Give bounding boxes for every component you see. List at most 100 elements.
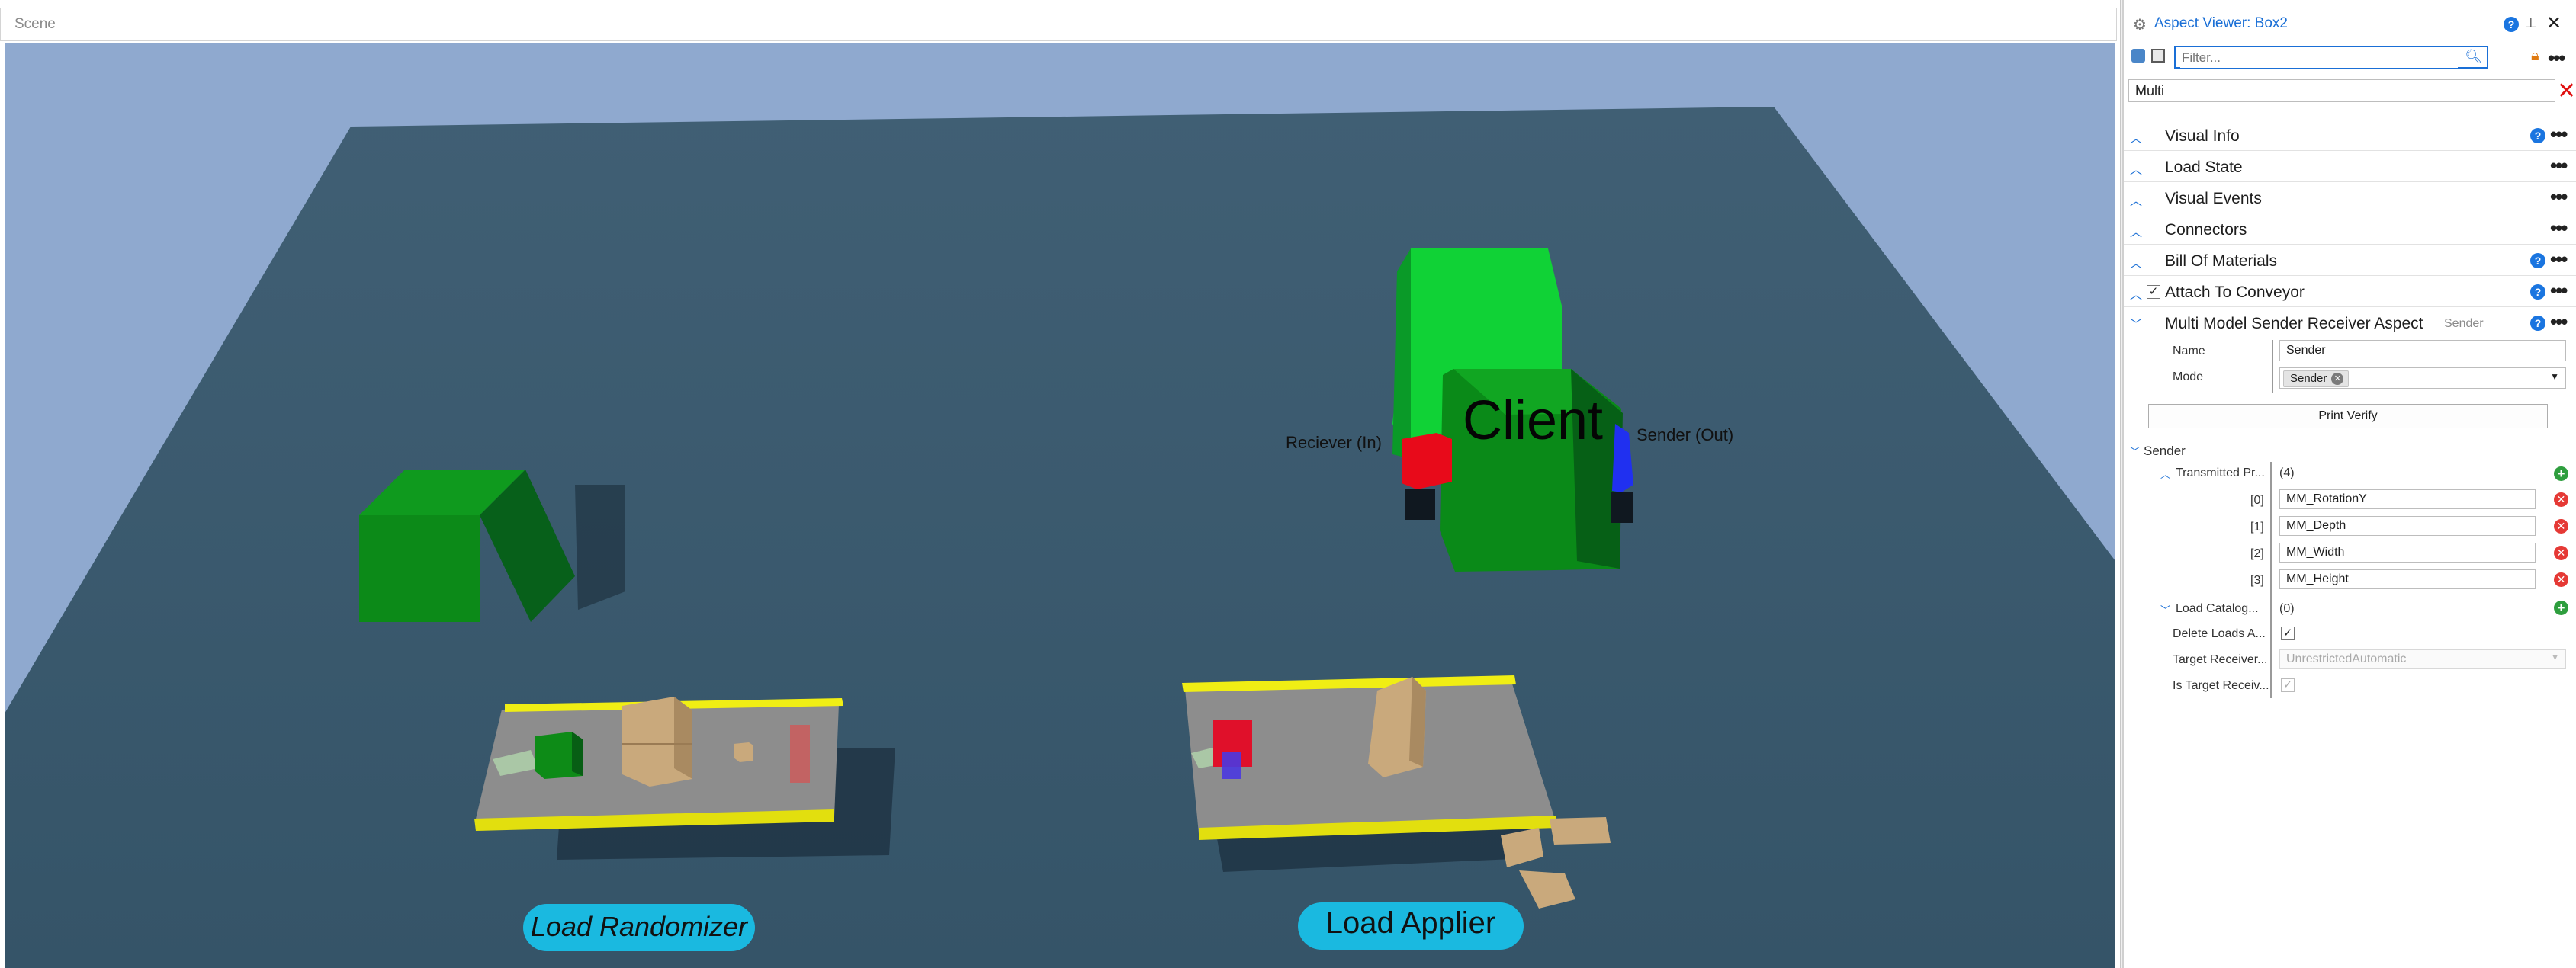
chevron-up-icon[interactable]: ︿	[2130, 222, 2142, 240]
transmitted-item-field[interactable]: MM_RotationY	[2279, 489, 2536, 509]
filter-field[interactable]: 🔍︎	[2174, 46, 2488, 69]
mode-select[interactable]: Sender ✕ ▼	[2279, 367, 2566, 389]
label-load-applier-text: Load Applier	[1326, 906, 1495, 940]
chevron-down-icon[interactable]: ▼	[2550, 371, 2559, 382]
add-item-icon[interactable]: +	[2554, 601, 2568, 615]
item-index: [0]	[2250, 494, 2264, 507]
multi-selection-field[interactable]: Multi	[2128, 79, 2555, 102]
transmitted-item-field[interactable]: MM_Width	[2279, 543, 2536, 563]
transmitted-count: (4)	[2279, 466, 2295, 479]
section-label: Visual Events	[2165, 190, 2262, 207]
scene-canvas[interactable]: Load Randomizer Load Applier Client Reci…	[5, 43, 2115, 968]
load-catalog-label: Load Catalog...	[2176, 602, 2259, 615]
more-options-icon[interactable]: •••	[2548, 48, 2565, 68]
help-icon[interactable]: ?	[2530, 316, 2545, 331]
more-options-icon[interactable]: •••	[2550, 124, 2568, 144]
mode-token: Sender ✕	[2283, 370, 2350, 387]
filter-input[interactable]	[2180, 48, 2458, 68]
search-icon[interactable]: 🔍︎	[2465, 49, 2482, 65]
more-options-icon[interactable]: •••	[2550, 187, 2568, 207]
remove-item-icon[interactable]: ✕	[2554, 572, 2568, 587]
pin-icon[interactable]: ⊥	[2525, 15, 2537, 31]
panel-border	[2122, 0, 2124, 968]
remove-item-icon[interactable]: ✕	[2554, 546, 2568, 560]
chevron-up-icon[interactable]: ︿	[2130, 128, 2142, 146]
help-icon[interactable]: ?	[2530, 253, 2545, 268]
is-target-receiver-label: Is Target Receiv...	[2173, 679, 2269, 692]
lock-icon[interactable]: 🔒︎	[2531, 47, 2539, 65]
section-load-state[interactable]: ︿ Load State •••	[2122, 152, 2576, 182]
section-subtitle: Sender	[2444, 317, 2484, 330]
property-divider	[2272, 340, 2273, 393]
chevron-up-icon[interactable]: ︿	[2160, 466, 2170, 481]
transmitted-item-field[interactable]: MM_Height	[2279, 569, 2536, 589]
floor-plane	[5, 107, 2115, 968]
transmitted-item-field[interactable]: MM_Depth	[2279, 516, 2536, 536]
load-catalog-count: (0)	[2279, 602, 2295, 615]
more-options-icon[interactable]: •••	[2550, 312, 2568, 332]
more-options-icon[interactable]: •••	[2550, 155, 2568, 175]
item-value: MM_Depth	[2286, 519, 2346, 532]
scene-viewport[interactable]: Load Randomizer Load Applier Client Reci…	[5, 43, 2115, 968]
chevron-up-icon[interactable]: ︿	[2130, 253, 2142, 271]
help-icon[interactable]: ?	[2530, 284, 2545, 300]
receiver-in-label: Reciever (In)	[1286, 433, 1382, 452]
sender-group-label: Sender	[2144, 444, 2186, 458]
label-load-randomizer-text: Load Randomizer	[531, 911, 749, 942]
chevron-up-icon[interactable]: ︿	[2130, 284, 2142, 303]
chevron-down-icon[interactable]: ﹀	[2130, 444, 2140, 458]
sender-out-label: Sender (Out)	[1636, 425, 1733, 444]
sender-divider	[2270, 462, 2272, 698]
more-options-icon[interactable]: •••	[2550, 249, 2568, 269]
aspect-list-icon[interactable]	[2131, 49, 2145, 63]
section-label: Connectors	[2165, 221, 2247, 239]
target-receiver-label: Target Receiver...	[2173, 653, 2268, 666]
section-connectors[interactable]: ︿ Connectors •••	[2122, 214, 2576, 245]
remove-token-icon[interactable]: ✕	[2331, 373, 2344, 385]
item-index: [2]	[2250, 547, 2264, 560]
remove-item-icon[interactable]: ✕	[2554, 519, 2568, 534]
help-icon[interactable]: ?	[2504, 17, 2519, 32]
name-label: Name	[2173, 345, 2205, 357]
more-options-icon[interactable]: •••	[2550, 218, 2568, 238]
more-options-icon[interactable]: •••	[2550, 280, 2568, 300]
add-item-icon[interactable]: +	[2554, 466, 2568, 481]
section-bill-of-materials[interactable]: ︿ Bill Of Materials ? •••	[2122, 245, 2576, 276]
delete-loads-checkbox[interactable]: ✓	[2281, 627, 2295, 640]
chevron-down-icon[interactable]: ▼	[2551, 653, 2559, 662]
print-verify-button[interactable]: Print Verify	[2148, 404, 2548, 428]
scene-pane: Scene Load Randomizer Load Applier Clien…	[0, 0, 2121, 968]
item-value: MM_RotationY	[2286, 492, 2367, 505]
client-label: Client	[1463, 390, 1603, 451]
section-attach-to-conveyor[interactable]: ︿ ✓ Attach To Conveyor ? •••	[2122, 277, 2576, 307]
target-receiver-select[interactable]: UnrestrictedAutomatic ▼	[2279, 649, 2566, 669]
remove-item-icon[interactable]: ✕	[2554, 492, 2568, 507]
mode-value: Sender	[2290, 372, 2327, 385]
chevron-up-icon[interactable]: ︿	[2130, 191, 2142, 209]
attach-to-conveyor-checkbox[interactable]: ✓	[2147, 285, 2160, 299]
name-value: Sender	[2286, 344, 2326, 357]
section-label: Bill Of Materials	[2165, 252, 2278, 270]
target-receiver-value: UnrestrictedAutomatic	[2286, 652, 2407, 665]
section-label: Attach To Conveyor	[2165, 284, 2305, 301]
close-icon[interactable]: ✕	[2546, 12, 2562, 34]
is-target-receiver-checkbox[interactable]: ✓	[2281, 678, 2295, 692]
scene-title: Scene	[14, 16, 56, 32]
label-load-applier: Load Applier	[1298, 902, 1524, 950]
section-label: Visual Info	[2165, 127, 2240, 145]
item-value: MM_Height	[2286, 572, 2349, 585]
chevron-up-icon[interactable]: ︿	[2130, 159, 2142, 178]
aspect-viewer-title: Aspect Viewer: Box2	[2154, 15, 2288, 31]
chevron-down-icon[interactable]: ﹀	[2160, 602, 2170, 617]
help-icon[interactable]: ?	[2530, 128, 2545, 143]
chevron-down-icon[interactable]: ﹀	[2130, 314, 2142, 332]
window-icon[interactable]	[2151, 49, 2165, 63]
section-visual-events[interactable]: ︿ Visual Events •••	[2122, 183, 2576, 213]
section-visual-info[interactable]: ︿ Visual Info ? •••	[2122, 120, 2576, 151]
section-multi-model-sender-receiver[interactable]: ﹀ Multi Model Sender Receiver Aspect Sen…	[2122, 308, 2576, 338]
transmitted-properties-label: Transmitted Pr...	[2176, 466, 2265, 479]
name-field[interactable]: Sender	[2279, 340, 2566, 361]
clear-selection-icon[interactable]: ✕	[2557, 78, 2576, 104]
section-label: Load State	[2165, 159, 2243, 176]
label-load-randomizer: Load Randomizer	[523, 904, 755, 951]
